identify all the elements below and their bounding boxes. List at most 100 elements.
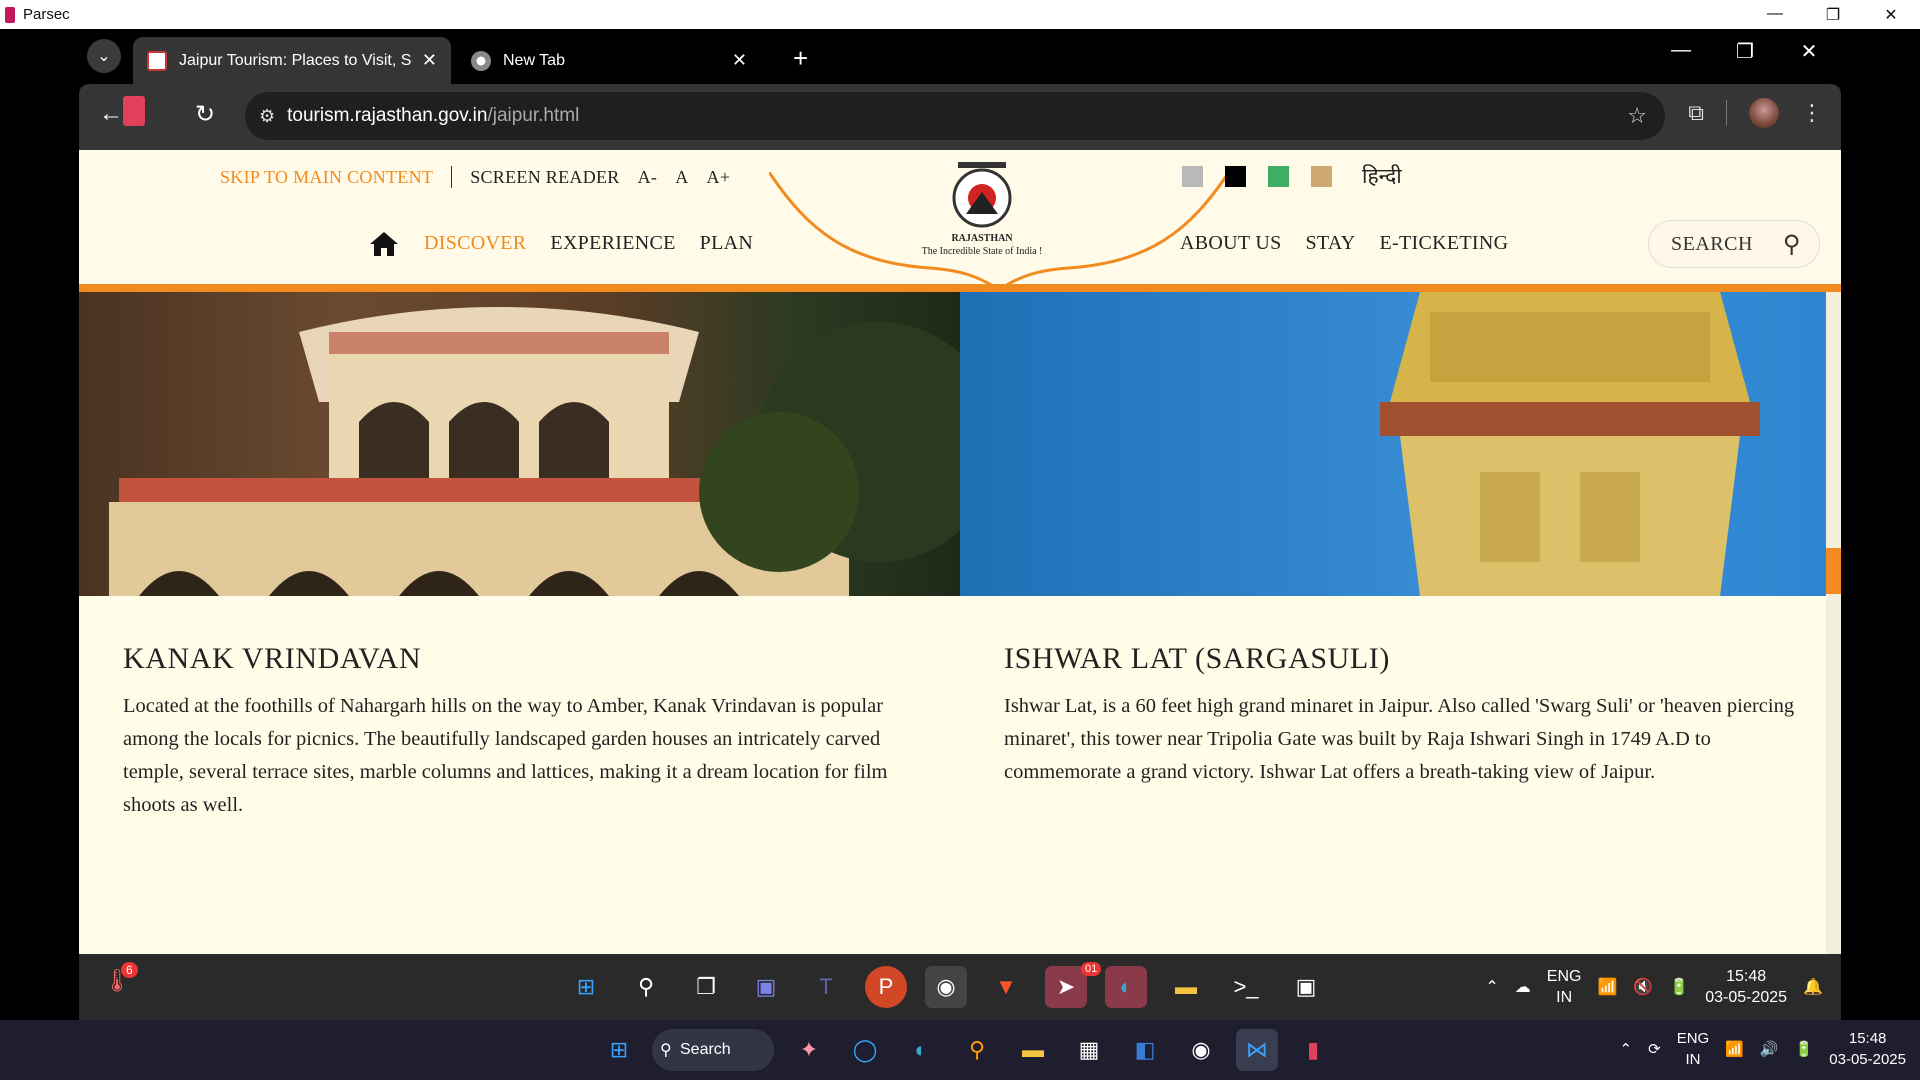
extensions-icon[interactable]: ⧉ — [1688, 100, 1704, 126]
nav-stay[interactable]: STAY — [1306, 232, 1356, 255]
hindi-language-link[interactable]: हिन्दी — [1362, 162, 1402, 190]
close-icon[interactable]: ✕ — [1862, 5, 1920, 25]
onedrive-icon[interactable]: ☁ — [1515, 977, 1531, 997]
url-path: /jaipur.html — [487, 105, 580, 126]
nav-e-ticketing[interactable]: E-TICKETING — [1380, 232, 1509, 255]
main-nav-left: DISCOVER EXPERIENCE PLAN — [424, 232, 753, 255]
sync-icon[interactable]: ⟳ — [1648, 1040, 1661, 1058]
terminal-icon[interactable]: >_ — [1225, 966, 1267, 1008]
browser-minimize-icon[interactable]: — — [1649, 39, 1713, 64]
emblem-seal-icon — [952, 162, 1012, 228]
file-explorer-icon[interactable]: ▬ — [1012, 1029, 1054, 1071]
remote-clock[interactable]: 15:48 03-05-2025 — [1705, 966, 1787, 1008]
meet-icon[interactable]: ▣ — [745, 966, 787, 1008]
windows-start-icon[interactable]: ⊞ — [565, 966, 607, 1008]
site-info-icon[interactable]: ⚙ — [259, 106, 275, 127]
minaret-illustration — [1380, 292, 1760, 596]
theme-swatch-black[interactable] — [1225, 166, 1246, 187]
browser-restore-icon[interactable]: ❐ — [1713, 39, 1777, 64]
theme-swatch-tan[interactable] — [1311, 166, 1332, 187]
wifi-icon[interactable]: 📶 — [1597, 977, 1617, 997]
menu-kebab-icon[interactable]: ⋮ — [1801, 100, 1823, 126]
host-clock[interactable]: 15:48 03-05-2025 — [1829, 1028, 1906, 1070]
tray-chevron-icon[interactable]: ⌃ — [1620, 1040, 1633, 1058]
vscode-icon[interactable]: ⋈ — [1236, 1029, 1278, 1071]
card-title: ISHWAR LAT (SARGASULI) — [1004, 642, 1390, 675]
browser-window: ⌄ Jaipur Tourism: Places to Visit, S ✕ N… — [79, 29, 1841, 1017]
box-app-icon[interactable]: ▣ — [1285, 966, 1327, 1008]
teams-icon[interactable]: T — [805, 966, 847, 1008]
restore-icon[interactable]: ❐ — [1804, 5, 1862, 25]
chrome-icon[interactable]: ◉ — [1180, 1029, 1222, 1071]
battery-icon[interactable]: 🔋 — [1669, 977, 1689, 997]
attraction-images — [79, 292, 1841, 596]
remote-pinned-apps: ⊞ ⚲ ❐ ▣ T P ◉ ▼ ➤ ◐ ▬ >_ ▣ — [565, 966, 1327, 1008]
browser-toolbar: ← ↻ ⚙ tourism.rajasthan.gov.in /jaipur.h… — [79, 84, 1841, 150]
theme-swatch-grey[interactable] — [1182, 166, 1203, 187]
chrome-favicon-icon — [471, 50, 491, 71]
parsec-titlebar: Parsec — ❐ ✕ — [0, 0, 1920, 29]
edge-icon[interactable]: ◐ — [1105, 966, 1147, 1008]
lang-code: ENG — [1546, 968, 1582, 985]
back-arrow-icon[interactable]: ← — [99, 100, 123, 128]
host-language[interactable]: ENG IN — [1677, 1028, 1710, 1070]
battery-icon[interactable]: 🔋 — [1795, 1040, 1814, 1058]
search-icon[interactable]: ⚲ — [625, 966, 667, 1008]
tab-search-chevron-icon[interactable]: ⌄ — [87, 39, 121, 73]
chrome-icon[interactable]: ◉ — [925, 966, 967, 1008]
task-view-icon[interactable]: ❐ — [685, 966, 727, 1008]
file-explorer-icon[interactable]: ▬ — [1165, 966, 1207, 1008]
address-bar[interactable]: ⚙ tourism.rajasthan.gov.in /jaipur.html … — [245, 92, 1665, 140]
screen-reader-link[interactable]: SCREEN READER — [470, 167, 619, 188]
font-decrease-button[interactable]: A- — [638, 167, 658, 188]
parsec-logo-icon — [5, 6, 15, 23]
search-icon[interactable]: ⚲ — [1783, 230, 1801, 259]
region-code: IN — [1556, 989, 1573, 1006]
notification-bell-icon[interactable]: 🔔 — [1803, 977, 1823, 997]
browser-close-icon[interactable]: ✕ — [1777, 39, 1841, 64]
new-tab-plus-icon[interactable]: + — [793, 43, 808, 74]
tab-jaipur-tourism[interactable]: Jaipur Tourism: Places to Visit, S ✕ — [133, 37, 451, 84]
tab-close-icon[interactable]: ✕ — [732, 50, 747, 71]
minimize-icon[interactable]: — — [1746, 5, 1804, 25]
page-scrollbar-track[interactable] — [1826, 292, 1841, 954]
edge-icon[interactable]: ◐ — [900, 1029, 942, 1071]
search-app-icon[interactable]: ⚲ — [956, 1029, 998, 1071]
theme-swatch-green[interactable] — [1268, 166, 1289, 187]
brave-icon[interactable]: ▼ — [985, 966, 1027, 1008]
search-icon: ⚲ — [660, 1042, 672, 1059]
microsoft-store-icon[interactable]: ▦ — [1068, 1029, 1110, 1071]
home-icon[interactable] — [368, 230, 400, 258]
tray-chevron-icon[interactable]: ⌃ — [1485, 977, 1498, 997]
parsec-icon[interactable]: ▮ — [1292, 1029, 1334, 1071]
font-increase-button[interactable]: A+ — [707, 167, 731, 188]
telegram-icon[interactable]: ➤ — [1045, 966, 1087, 1008]
volume-icon[interactable]: 🔊 — [1760, 1040, 1779, 1058]
app-blue-icon[interactable]: ◧ — [1124, 1029, 1166, 1071]
nav-discover[interactable]: DISCOVER — [424, 232, 526, 255]
profile-avatar[interactable] — [1749, 98, 1779, 128]
host-windows-start-icon[interactable]: ⊞ — [598, 1029, 640, 1071]
nav-plan[interactable]: PLAN — [700, 232, 753, 255]
tab-new-tab[interactable]: New Tab ✕ — [457, 37, 761, 84]
clock-time: 15:48 — [1848, 1030, 1887, 1047]
nav-about-us[interactable]: ABOUT US — [1180, 232, 1282, 255]
cortana-icon[interactable]: ◯ — [844, 1029, 886, 1071]
volume-muted-icon[interactable]: 🔇 — [1633, 977, 1653, 997]
bookmark-star-icon[interactable]: ☆ — [1627, 103, 1647, 129]
font-normal-button[interactable]: A — [675, 167, 688, 188]
tab-close-icon[interactable]: ✕ — [422, 50, 437, 71]
copilot-icon[interactable]: ✦ — [788, 1029, 830, 1071]
skip-to-main-link[interactable]: SKIP TO MAIN CONTENT — [220, 167, 433, 188]
wifi-icon[interactable]: 📶 — [1725, 1040, 1744, 1058]
host-search-box[interactable]: ⚲ Search — [652, 1029, 774, 1071]
page-scrollbar-thumb[interactable] — [1826, 548, 1841, 594]
parsec-overlay-icon[interactable] — [123, 96, 145, 126]
reload-icon[interactable]: ↻ — [195, 100, 215, 129]
powerpoint-icon[interactable]: P — [865, 966, 907, 1008]
page-viewport: SKIP TO MAIN CONTENT SCREEN READER A- A … — [79, 150, 1841, 954]
nav-experience[interactable]: EXPERIENCE — [550, 232, 675, 255]
theme-swatches — [1182, 166, 1332, 187]
site-search-box[interactable]: SEARCH ⚲ — [1648, 220, 1820, 268]
remote-language[interactable]: ENG IN — [1547, 966, 1582, 1008]
